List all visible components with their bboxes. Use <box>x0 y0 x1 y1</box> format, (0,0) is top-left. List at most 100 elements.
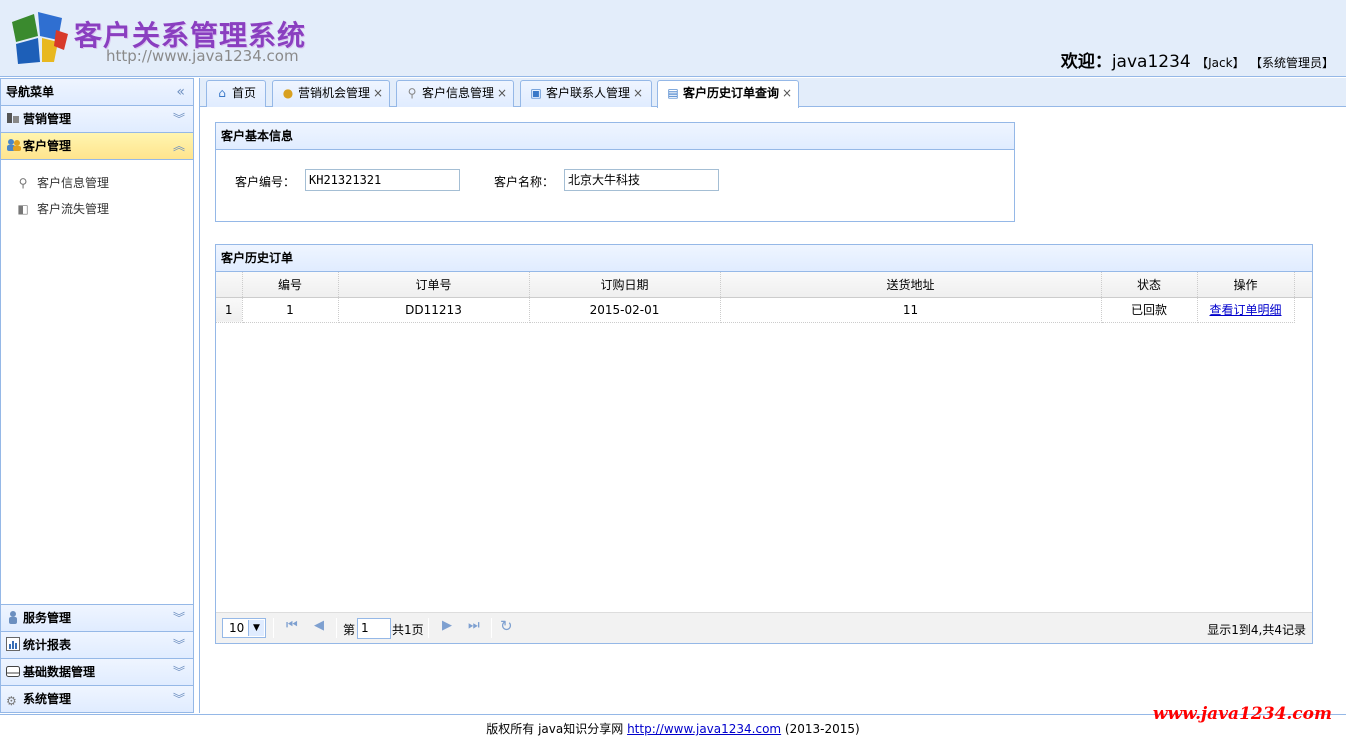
cell-order-no: DD11213 <box>338 297 530 323</box>
site-watermark: www.java1234.com <box>1152 704 1332 724</box>
tab-customer-info[interactable]: ⚲ 客户信息管理 × <box>396 80 514 107</box>
customer-loss-icon: ◧ <box>17 202 29 216</box>
prev-page-icon[interactable]: ◀ <box>314 618 324 633</box>
sidebar-section-customer[interactable]: 客户管理 ︽ <box>1 133 193 160</box>
tab-label: 首页 <box>232 86 257 100</box>
table-row[interactable]: 1 1 DD11213 2015-02-01 11 已回款 查看订单明细 <box>216 297 1312 323</box>
panel-title: 客户历史订单 <box>216 245 1312 272</box>
welcome-label: 欢迎： <box>1060 52 1112 72</box>
first-page-icon[interactable]: ⏮ <box>286 618 298 633</box>
column-header[interactable]: 操作 <box>1197 272 1295 298</box>
column-header[interactable]: 订单号 <box>338 272 530 298</box>
tab-label: 客户联系人管理 <box>546 86 631 100</box>
table-header-row: 编号 订单号 订购日期 送货地址 状态 操作 <box>216 272 1312 298</box>
customer-icon <box>6 135 21 151</box>
divider <box>428 618 429 638</box>
customer-no-field[interactable]: KH21321321 <box>305 169 460 191</box>
gear-icon: ⚙ <box>6 694 17 708</box>
contact-icon: ▣ <box>530 86 542 100</box>
chevron-down-icon: ︾ <box>172 665 185 679</box>
column-header[interactable]: 订购日期 <box>529 272 721 298</box>
sidebar-section-label: 基础数据管理 <box>23 665 96 679</box>
main-area: ⌂ 首页 ● 营销机会管理 × ⚲ 客户信息管理 × ▣ 客户联系人管理 × ▤ 客户历史订单查… <box>199 78 1346 713</box>
order-history-panel: 客户历史订单 编号 订单号 订购日期 送货地址 状态 操作 1 1 DD1121… <box>215 244 1313 644</box>
cell-id: 1 <box>242 297 339 323</box>
sidebar-section-service[interactable]: 服务管理 ︾ <box>1 604 193 631</box>
tab-label: 客户信息管理 <box>422 86 495 100</box>
footer-years: (2013-2015) <box>781 722 860 736</box>
sidebar-section-label: 客户管理 <box>23 139 72 153</box>
coins-icon: ● <box>282 86 294 100</box>
marketing-icon <box>6 108 20 123</box>
customer-info-panel: 客户基本信息 客户编号： KH21321321 客户名称： 北京大牛科技 <box>215 122 1015 222</box>
database-icon <box>6 661 20 677</box>
app-logo <box>12 12 68 64</box>
close-icon[interactable]: × <box>373 86 383 100</box>
last-page-icon[interactable]: ⏭ <box>468 618 480 633</box>
person-icon: ⚲ <box>18 176 28 190</box>
scrollbar-header <box>1294 272 1312 298</box>
close-icon[interactable]: × <box>633 86 643 100</box>
chevron-up-icon: ︽ <box>172 139 185 153</box>
tab-bar: ⌂ 首页 ● 营销机会管理 × ⚲ 客户信息管理 × ▣ 客户联系人管理 × ▤ 客户历史订单查… <box>200 78 1346 108</box>
column-header[interactable]: 编号 <box>242 272 339 298</box>
divider <box>273 618 274 638</box>
page-size-select[interactable]: 10 ▼ <box>222 618 266 638</box>
sidebar-item-label: 客户流失管理 <box>37 202 110 216</box>
report-icon <box>6 634 20 651</box>
sidebar-section-label: 服务管理 <box>23 611 72 625</box>
sidebar-title: 导航菜单 « <box>1 79 193 106</box>
sidebar-section-reports[interactable]: 统计报表 ︾ <box>1 631 193 658</box>
sidebar-item-label: 客户信息管理 <box>37 176 110 190</box>
sidebar-section-marketing[interactable]: 营销管理 ︾ <box>1 106 193 133</box>
sidebar-section-label: 统计报表 <box>23 638 72 652</box>
service-icon <box>6 607 20 624</box>
dropdown-arrow-icon: ▼ <box>248 620 264 636</box>
tab-label: 客户历史订单查询 <box>683 86 780 100</box>
column-header[interactable]: 状态 <box>1101 272 1198 298</box>
username: java1234 <box>1111 52 1191 72</box>
customer-name-field[interactable]: 北京大牛科技 <box>564 169 719 191</box>
tab-label: 营销机会管理 <box>298 86 371 100</box>
welcome-text: 欢迎：java1234 【Jack】 【系统管理员】 <box>1061 47 1334 72</box>
cell-date: 2015-02-01 <box>529 297 721 323</box>
panel-title: 客户基本信息 <box>216 123 1014 150</box>
contact-card-icon: ▤ <box>667 86 679 100</box>
footer-copyright: 版权所有 java知识分享网 <box>486 722 628 736</box>
footer: 版权所有 java知识分享网 http://www.java1234.com (… <box>0 714 1346 738</box>
collapse-sidebar-icon[interactable]: « <box>176 79 185 105</box>
sidebar-item-customer-loss[interactable]: ◧ 客户流失管理 <box>1 196 193 222</box>
close-icon[interactable]: × <box>497 86 507 100</box>
tab-marketing-opportunity[interactable]: ● 营销机会管理 × <box>272 80 390 107</box>
footer-link[interactable]: http://www.java1234.com <box>627 722 781 736</box>
refresh-icon[interactable]: ↻ <box>500 617 513 635</box>
sidebar-item-customer-info[interactable]: ⚲ 客户信息管理 <box>1 170 193 196</box>
page-number-input[interactable]: 1 <box>357 618 391 639</box>
close-icon[interactable]: × <box>782 86 792 100</box>
page-total: 共1页 <box>392 623 424 637</box>
sidebar-section-system[interactable]: ⚙ 系统管理 ︾ <box>1 685 193 712</box>
order-table: 编号 订单号 订购日期 送货地址 状态 操作 1 1 DD11213 2015-… <box>216 272 1312 323</box>
next-page-icon[interactable]: ▶ <box>442 618 452 633</box>
user-tag: 【Jack】 <box>1196 56 1245 70</box>
column-header[interactable]: 送货地址 <box>720 272 1102 298</box>
scrollbar-gutter <box>1294 297 1312 322</box>
sidebar-title-label: 导航菜单 <box>6 85 55 99</box>
page-prefix: 第 <box>343 623 356 637</box>
divider <box>491 618 492 638</box>
sidebar-section-label: 营销管理 <box>23 112 72 126</box>
tab-customer-order-history[interactable]: ▤ 客户历史订单查询 × <box>657 80 799 108</box>
customer-no-label: 客户编号： <box>235 175 296 189</box>
chevron-down-icon: ︾ <box>172 112 185 126</box>
page-size-value: 10 <box>229 621 245 635</box>
tab-home[interactable]: ⌂ 首页 <box>206 80 266 107</box>
records-summary: 显示1到4,共4记录 <box>1207 623 1306 637</box>
chevron-down-icon: ︾ <box>172 692 185 706</box>
sidebar-section-basedata[interactable]: 基础数据管理 ︾ <box>1 658 193 685</box>
sidebar-section-label: 系统管理 <box>23 692 72 706</box>
view-order-detail-link[interactable]: 查看订单明细 <box>1209 303 1281 317</box>
rownum-header <box>216 272 243 298</box>
home-icon: ⌂ <box>218 86 226 100</box>
sidebar: 导航菜单 « 营销管理 ︾ 客户管理 ︽ ⚲ 客户信息管理 ◧ 客户流失管理 服务管… <box>0 78 194 713</box>
tab-customer-contacts[interactable]: ▣ 客户联系人管理 × <box>520 80 652 107</box>
